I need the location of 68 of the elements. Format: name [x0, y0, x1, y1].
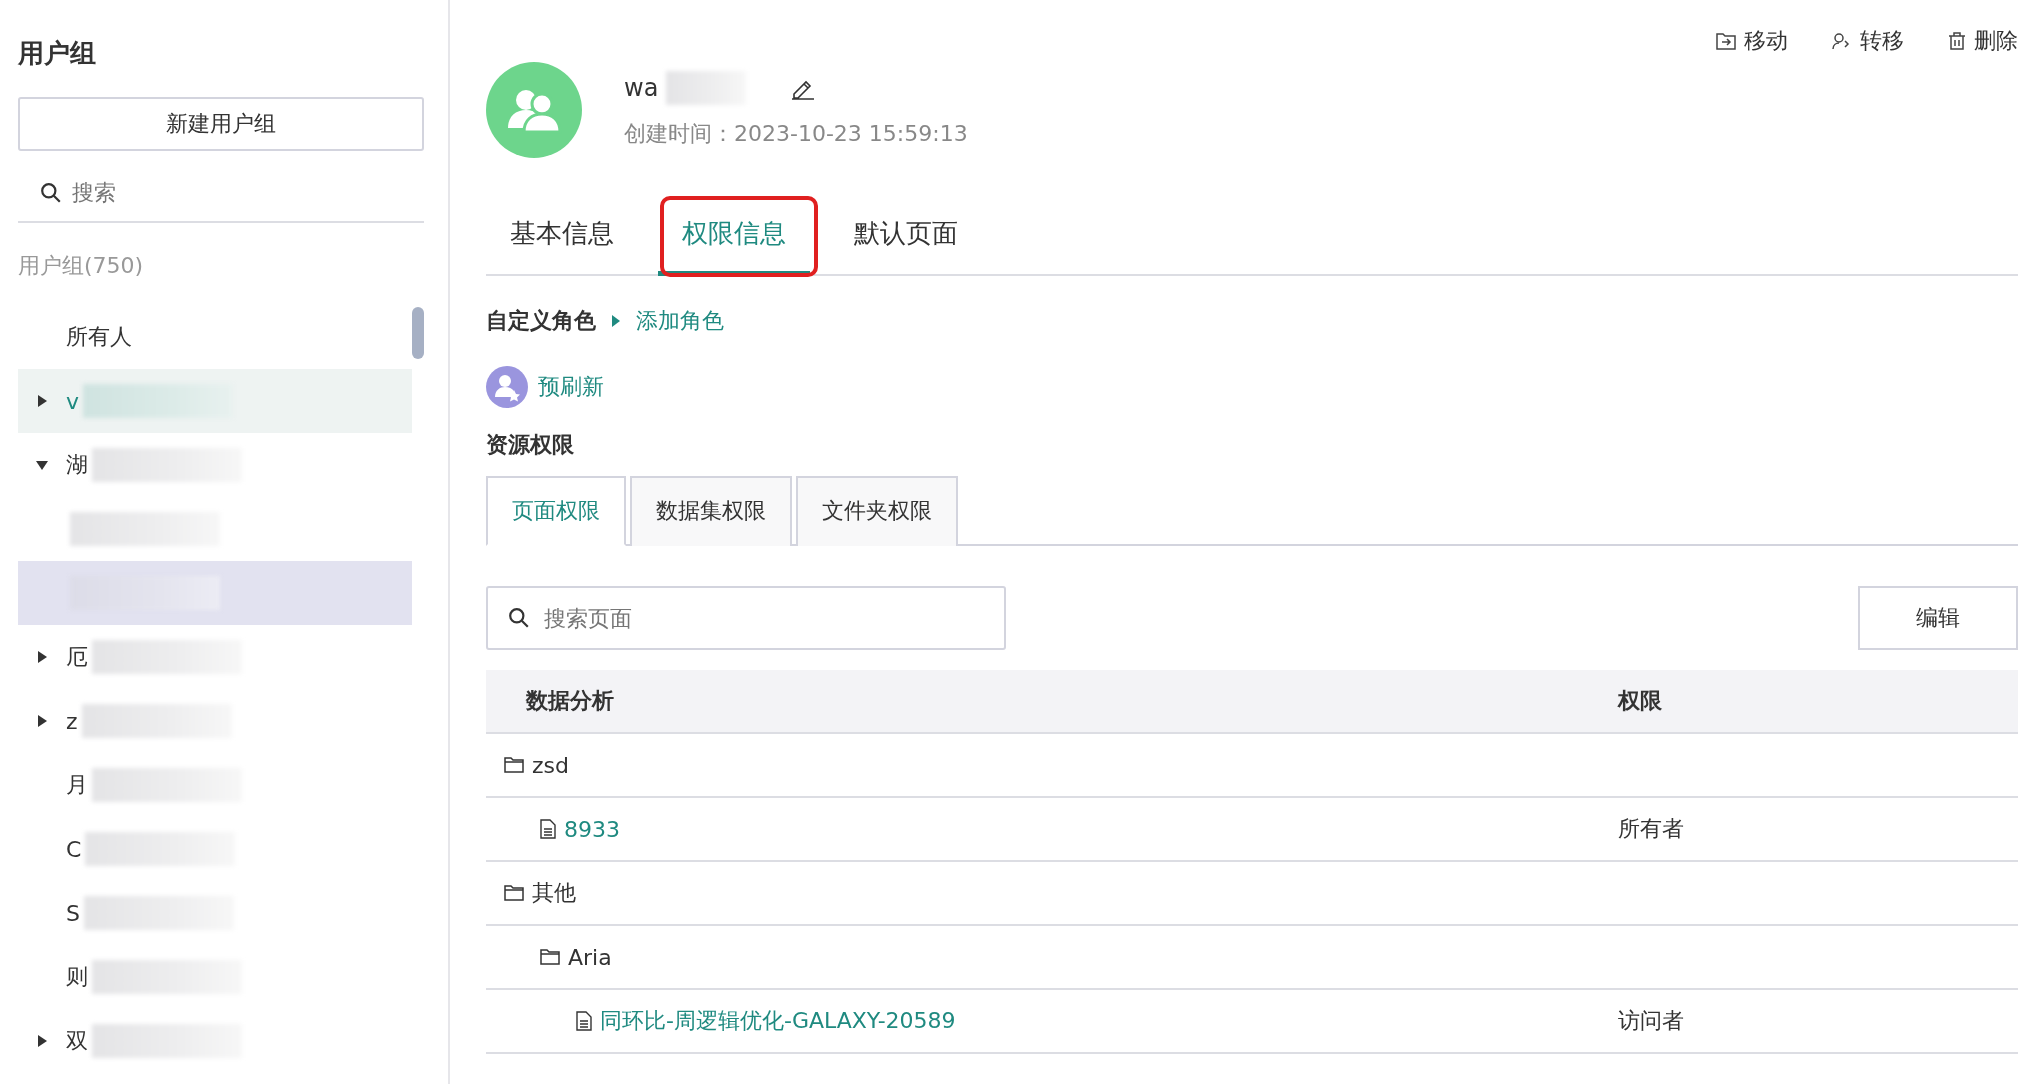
search-field[interactable]: 搜索页面	[486, 586, 1006, 650]
section-label: 自定义角色	[486, 307, 596, 335]
tab[interactable]: 页面权限	[486, 476, 626, 546]
caret-icon[interactable]	[35, 394, 49, 408]
page-link[interactable]: 同环比-周逻辑优化-GALAXY-20589	[600, 1006, 956, 1036]
sidebar-item[interactable]: 则	[18, 945, 412, 1009]
sidebar-item[interactable]: v	[18, 369, 412, 433]
sidebar-title: 用户组	[18, 37, 97, 70]
sidebar-item[interactable]: z	[18, 689, 412, 753]
caret-icon[interactable]	[35, 1034, 49, 1048]
tab[interactable]: 数据集权限	[630, 476, 792, 546]
folder-name: 其他	[532, 879, 576, 907]
action-link[interactable]: 移动	[1716, 26, 1788, 56]
sidebar-item[interactable]: 厄	[18, 625, 412, 689]
caret-icon[interactable]	[35, 714, 49, 728]
user-arrow-icon	[1832, 32, 1852, 50]
column-header: 权限	[1618, 687, 1663, 715]
folder-icon	[504, 885, 524, 901]
group-avatar-icon	[486, 62, 582, 158]
group-name: v	[66, 388, 80, 414]
role-link[interactable]: 预刷新	[538, 372, 604, 402]
group-name: 则	[66, 963, 88, 991]
scrollbar-thumb[interactable]	[412, 307, 424, 359]
created-time: 创建时间：2023-10-23 15:59:13	[624, 120, 968, 148]
section-title: 资源权限	[486, 431, 575, 459]
group-name: 湖	[66, 451, 88, 479]
tab[interactable]: 文件夹权限	[796, 476, 958, 546]
column-header: 数据分析	[524, 687, 615, 715]
search-icon	[40, 182, 62, 204]
sidebar-item[interactable]: 湖	[18, 433, 412, 497]
tab[interactable]: 基本信息	[486, 198, 638, 274]
caret-icon	[612, 315, 620, 327]
folder-arrow-icon	[1716, 32, 1736, 50]
trash-icon	[1948, 32, 1966, 50]
folder-icon	[540, 949, 560, 965]
sidebar-item[interactable]: C	[18, 817, 412, 881]
permission-cell-text: 所有者	[1618, 815, 1684, 843]
sidebar-item[interactable]: 月	[18, 753, 412, 817]
search-field[interactable]: 搜索	[18, 163, 424, 223]
group-name: 月	[66, 771, 88, 799]
group-name: 厄	[66, 643, 88, 671]
sidebar-item[interactable]: 所有人	[18, 305, 412, 369]
document-icon	[540, 819, 556, 839]
folder-name: Aria	[568, 944, 612, 970]
action-link[interactable]: 转移	[1832, 26, 1904, 56]
tab[interactable]: 权限信息	[658, 198, 810, 276]
folder-name: zsd	[532, 752, 569, 778]
document-icon	[576, 1011, 592, 1031]
add-role-link[interactable]: 添加角色	[636, 306, 724, 336]
group-name: wa	[624, 74, 659, 102]
folder-icon	[504, 757, 524, 773]
new-group-button[interactable]: 新建用户组	[18, 97, 424, 151]
search-icon	[508, 607, 530, 629]
group-count: 用户组(750)	[18, 252, 145, 280]
page-link[interactable]: 8933	[564, 816, 620, 842]
permission-cell-text: 访问者	[1618, 1007, 1684, 1035]
caret-icon[interactable]	[35, 650, 49, 664]
group-name: 双	[66, 1027, 88, 1055]
edit-button[interactable]: 编辑	[1858, 586, 2018, 650]
tab[interactable]: 默认页面	[830, 198, 982, 274]
group-name: C	[66, 836, 82, 862]
sidebar-item[interactable]: S	[18, 881, 412, 945]
sidebar-item[interactable]: 双	[18, 1009, 412, 1073]
caret-icon[interactable]	[35, 458, 49, 472]
group-name: z	[66, 708, 78, 734]
group-name: 所有人	[66, 323, 132, 351]
action-link[interactable]: 删除	[1948, 26, 2018, 56]
group-name: S	[66, 900, 80, 926]
